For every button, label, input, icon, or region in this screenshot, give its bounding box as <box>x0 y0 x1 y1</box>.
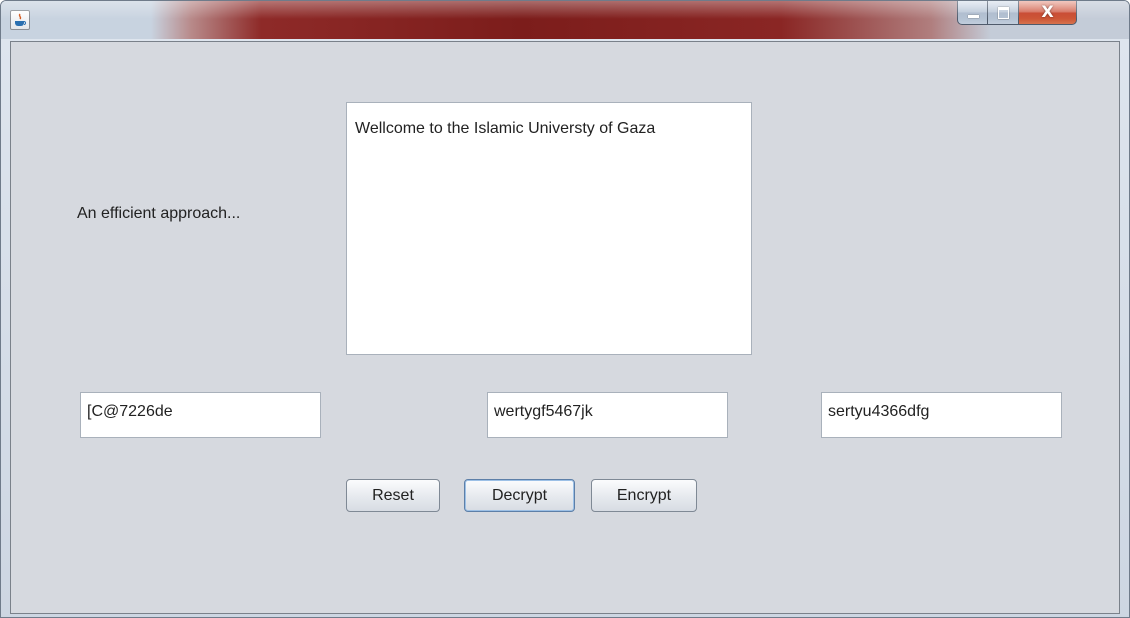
message-text-area[interactable]: Wellcome to the Islamic Universty of Gaz… <box>346 102 752 355</box>
maximize-button[interactable] <box>988 1 1019 25</box>
content-panel: An efficient approach... Wellcome to the… <box>10 41 1120 614</box>
close-button[interactable]: X <box>1019 1 1077 25</box>
output-field[interactable]: [C@7226de <box>80 392 321 438</box>
encrypt-button[interactable]: Encrypt <box>591 479 697 512</box>
app-window: X An efficient approach... Wellcome to t… <box>0 0 1130 618</box>
minimize-icon <box>968 15 979 18</box>
description-label: An efficient approach... <box>77 205 241 222</box>
title-bar[interactable]: X <box>1 1 1129 39</box>
maximize-icon <box>998 7 1009 19</box>
key-field-2[interactable]: sertyu4366dfg <box>821 392 1062 438</box>
reset-button[interactable]: Reset <box>346 479 440 512</box>
close-icon: X <box>1041 2 1054 21</box>
minimize-button[interactable] <box>957 1 988 25</box>
window-controls: X <box>957 1 1123 27</box>
key-field-1[interactable]: wertygf5467jk <box>487 392 728 438</box>
decrypt-button[interactable]: Decrypt <box>464 479 575 512</box>
java-icon[interactable] <box>10 10 30 30</box>
